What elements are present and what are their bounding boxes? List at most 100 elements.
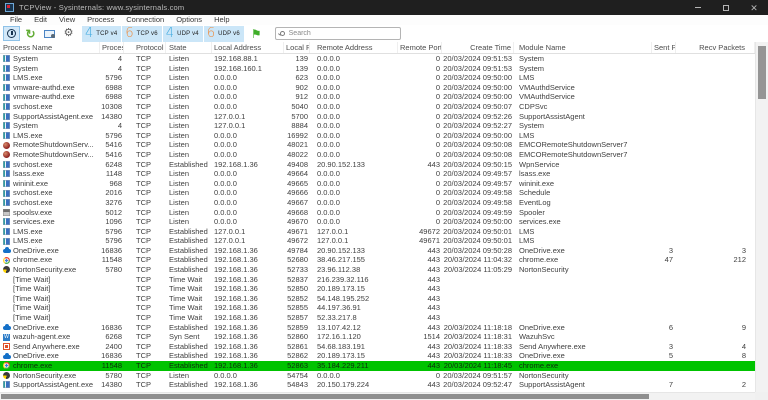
refresh-button[interactable]: ↻ [22,26,39,41]
table-row[interactable]: OneDrive.exe16836TCPEstablished192.168.1… [0,323,755,333]
toggle-udp-v6[interactable]: 6UDP v6 [204,26,244,42]
remote-port-cell: 0 [398,150,442,160]
table-row-selected[interactable]: chrome.exe11548TCPEstablished192.168.1.3… [0,361,755,371]
column-header-sent-packets[interactable]: Sent Packets [652,42,676,53]
module-cell: chrome.exe [514,361,652,371]
vertical-scrollbar[interactable] [755,42,768,392]
table-row[interactable]: LMS.exe5796TCPListen0.0.0.0169920.0.0.00… [0,131,755,141]
column-header-recv-packets[interactable]: Recv Packets [676,42,755,53]
horizontal-scrollbar-thumb[interactable] [1,394,649,399]
table-row[interactable]: SupportAssistAgent.exe14380TCPEstablishe… [0,380,755,390]
table-row[interactable]: [Time Wait]TCPTime Wait192.168.1.3652855… [0,303,755,313]
show-endpoints-button[interactable] [41,26,58,41]
chrome-icon [3,362,10,369]
options-button[interactable]: ⚙ [60,26,77,41]
table-row[interactable]: vmware-authd.exe6988TCPListen0.0.0.09020… [0,83,755,93]
table-row[interactable]: [Time Wait]TCPTime Wait192.168.1.3652857… [0,313,755,323]
table-row[interactable]: lsass.exe1148TCPListen0.0.0.0496640.0.0.… [0,169,755,179]
module-cell: chrome.exe [514,255,652,265]
table-row[interactable]: [Time Wait]TCPTime Wait192.168.1.3652852… [0,294,755,304]
column-header-protocol[interactable]: Protocol [124,42,166,53]
pid-cell [100,284,124,294]
sent-cell [652,188,676,198]
pid-cell: 6988 [100,92,124,102]
table-row[interactable]: System4TCPListen192.168.88.11390.0.0.002… [0,54,755,64]
protocol-cell: TCP [124,303,166,313]
menu-view[interactable]: View [53,15,81,25]
pid-cell: 5796 [100,131,124,141]
column-header-local-port[interactable]: Local Port [284,42,310,53]
table-row[interactable]: NortonSecurity.exe5780TCPEstablished192.… [0,265,755,275]
table-row[interactable]: svchost.exe10308TCPListen0.0.0.050400.0.… [0,102,755,112]
state-cell: Listen [166,371,212,381]
column-header-process-id[interactable]: Process ID [100,42,124,53]
local-port-cell: 16992 [284,131,310,141]
table-row[interactable]: spoolsv.exe5012TCPListen0.0.0.0496680.0.… [0,208,755,218]
table-row[interactable]: LMS.exe5796TCPEstablished127.0.0.1496711… [0,227,755,237]
table-row[interactable]: svchost.exe3276TCPListen0.0.0.0496670.0.… [0,198,755,208]
protocol-cell: TCP [124,227,166,237]
connection-table: System4TCPListen192.168.88.11390.0.0.002… [0,54,755,392]
table-row[interactable]: LMS.exe5796TCPEstablished127.0.0.1496721… [0,236,755,246]
table-row[interactable]: wininit.exe968TCPListen0.0.0.0496650.0.0… [0,179,755,189]
table-row[interactable]: chrome.exe11548TCPEstablished192.168.1.3… [0,255,755,265]
search-input[interactable] [289,30,396,37]
table-row[interactable]: Send Anywhere.exe2400TCPEstablished192.1… [0,342,755,352]
search-box[interactable] [275,27,401,40]
local-port-cell: 49672 [284,236,310,246]
table-row[interactable]: SupportAssistAgent.exe14380TCPListen127.… [0,112,755,122]
table-row[interactable]: wazuh-agent.exe6268TCPSyn Sent192.168.1.… [0,332,755,342]
table-row[interactable]: vmware-authd.exe6988TCPListen0.0.0.09120… [0,92,755,102]
table-row[interactable]: [Time Wait]TCPTime Wait192.168.1.3652837… [0,275,755,285]
table-row[interactable]: svchost.exe2016TCPListen0.0.0.0496660.0.… [0,188,755,198]
column-header-create-time[interactable]: Create Time [442,42,514,53]
table-row[interactable]: OneDrive.exe16836TCPEstablished192.168.1… [0,246,755,256]
horizontal-scrollbar[interactable] [0,392,755,400]
minimize-button[interactable] [684,0,712,15]
create-time-cell [442,313,514,323]
column-header-state[interactable]: State [166,42,212,53]
close-button[interactable]: ✕ [740,0,768,15]
vertical-scrollbar-thumb[interactable] [758,46,766,99]
local-port-cell: 49667 [284,198,310,208]
column-header-remote-port[interactable]: Remote Port [398,42,442,53]
module-cell: System [514,54,652,64]
sent-cell [652,227,676,237]
update-speed-button[interactable] [3,26,20,41]
table-row[interactable]: System4TCPListen192.168.160.11390.0.0.00… [0,64,755,74]
table-row[interactable]: NortonSecurity.exe5780TCPListen0.0.0.054… [0,371,755,381]
process-name-cell: chrome.exe [0,361,100,371]
maximize-button[interactable] [712,0,740,15]
menu-edit[interactable]: Edit [28,15,53,25]
column-header-local-address[interactable]: Local Address [212,42,284,53]
table-row[interactable]: [Time Wait]TCPTime Wait192.168.1.3652850… [0,284,755,294]
clock-icon [7,29,16,38]
table-row[interactable]: RemoteShutdownServ...5416TCPListen0.0.0.… [0,140,755,150]
process-name-cell: LMS.exe [0,73,100,83]
generic-icon [3,84,10,91]
process-name: System [13,54,38,64]
table-row[interactable]: services.exe1096TCPListen0.0.0.0496700.0… [0,217,755,227]
toggle-udp-v4[interactable]: 4UDP v4 [163,26,203,42]
table-row[interactable]: System4TCPListen127.0.0.188840.0.0.0020/… [0,121,755,131]
table-row[interactable]: RemoteShutdownServ...5416TCPListen0.0.0.… [0,150,755,160]
menu-process[interactable]: Process [81,15,120,25]
states-filter-flag-icon[interactable]: ⚑ [251,28,262,40]
menu-help[interactable]: Help [208,15,235,25]
table-row[interactable]: LMS.exe5796TCPListen0.0.0.06230.0.0.0020… [0,73,755,83]
app-icon [5,3,14,12]
process-name-cell: SupportAssistAgent.exe [0,380,100,390]
column-header-remote-address[interactable]: Remote Address [310,42,398,53]
table-row[interactable]: OneDrive.exe16836TCPEstablished192.168.1… [0,351,755,361]
remote-port-cell: 49672 [398,227,442,237]
column-header-module-name[interactable]: Module Name [514,42,652,53]
menu-options[interactable]: Options [170,15,208,25]
menu-connection[interactable]: Connection [120,15,170,25]
state-cell: Established [166,361,212,371]
toggle-tcp-v6[interactable]: 6TCP v6 [122,26,161,42]
column-header-process-name[interactable]: Process Name [0,42,100,53]
toggle-tcp-v4[interactable]: 4TCP v4 [82,26,121,42]
table-row[interactable]: svchost.exe6248TCPEstablished192.168.1.3… [0,160,755,170]
menu-file[interactable]: File [4,15,28,25]
pid-cell: 14380 [100,112,124,122]
